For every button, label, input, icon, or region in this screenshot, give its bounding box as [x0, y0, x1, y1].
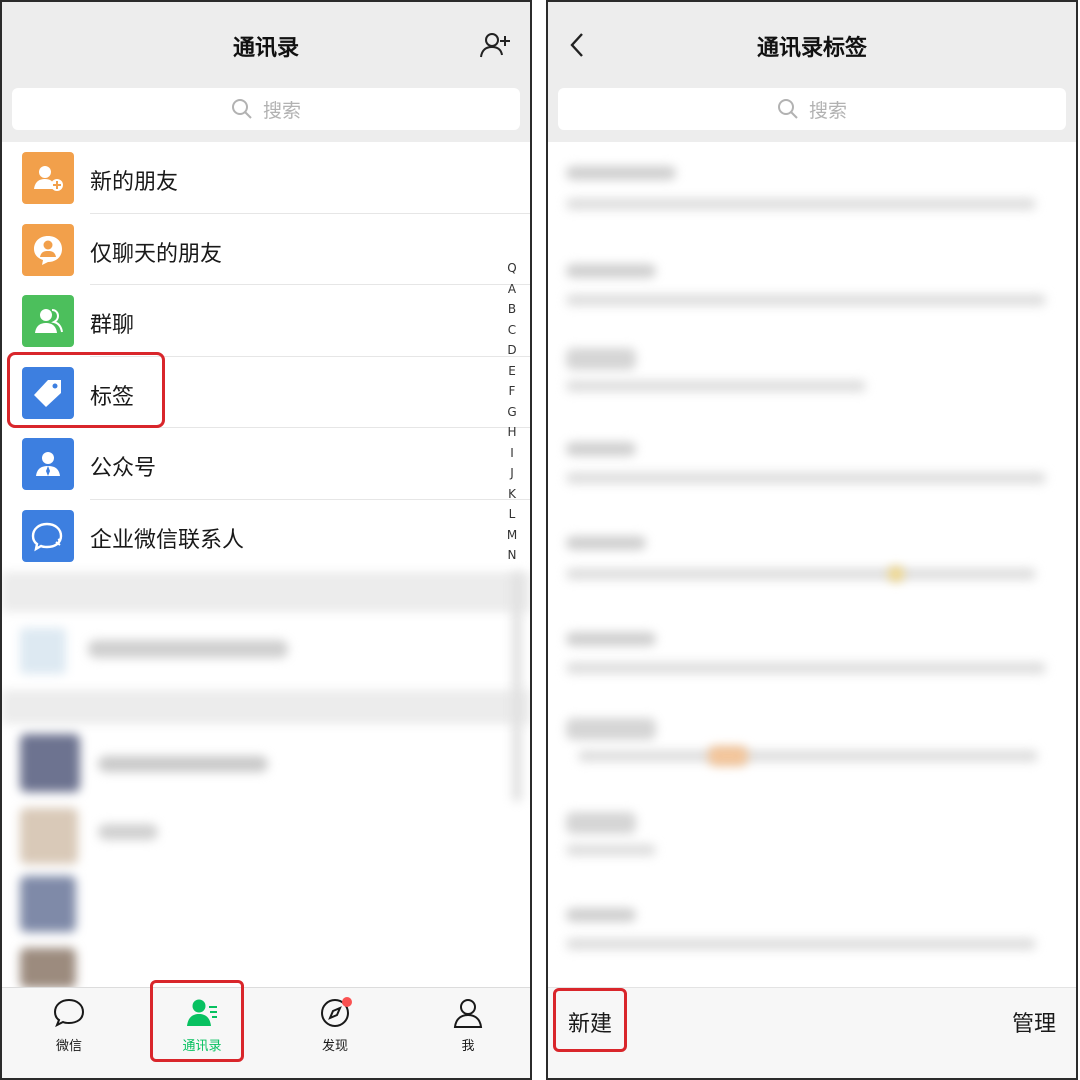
contact-tags-screen: 通讯录标签 搜索 新建 管理 [546, 0, 1078, 1080]
new-friends-icon [22, 152, 74, 204]
tags-bottom-bar: 新建 管理 [548, 987, 1076, 1078]
person-icon [453, 999, 483, 1028]
menu-item-group-chats[interactable]: 群聊 [2, 285, 530, 357]
index-letter[interactable]: G [507, 402, 516, 423]
menu-item-label: 公众号 [90, 456, 157, 481]
index-letter[interactable]: B [508, 299, 516, 320]
avatar [20, 808, 78, 864]
avatar [20, 948, 76, 988]
tab-chats[interactable]: 微信 [24, 996, 114, 1066]
menu-item-label: 仅聊天的朋友 [90, 241, 223, 267]
search-placeholder: 搜索 [262, 99, 301, 122]
search-icon [231, 99, 252, 119]
chat-bubble-icon [53, 998, 85, 1028]
search-input[interactable]: 搜索 [12, 88, 520, 130]
tag-members-blur [566, 380, 866, 392]
menu-item-chat-only-friends[interactable]: 仅聊天的朋友 [2, 214, 530, 285]
tab-label: 发现 [321, 1039, 348, 1054]
tab-me[interactable]: 我 [423, 996, 513, 1066]
search-placeholder: 搜索 [808, 99, 847, 122]
menu-item-wecom-contacts[interactable]: 企业微信联系人 [2, 500, 530, 572]
index-letter[interactable]: E [508, 361, 516, 382]
tag-name-blur [566, 536, 646, 550]
manage-tags-button[interactable]: 管理 [1012, 1006, 1056, 1038]
index-scroll-blur [512, 572, 522, 802]
avatar [20, 876, 76, 932]
menu-item-label: 新的朋友 [90, 170, 179, 195]
add-contact-icon[interactable] [478, 28, 512, 62]
contact-name-blur [98, 824, 158, 840]
index-letter[interactable]: D [507, 340, 516, 361]
wecom-icon [22, 509, 74, 562]
emoji-blur [708, 746, 748, 766]
official-account-icon [22, 438, 74, 490]
index-letter[interactable]: F [509, 381, 516, 402]
chat-only-friends-icon [22, 223, 74, 276]
tag-list-blurred [548, 152, 1076, 992]
notification-dot [342, 997, 352, 1007]
tag-name-blur [566, 908, 636, 922]
index-letter[interactable]: L [509, 504, 516, 525]
alphabet-index[interactable]: Q A B C D E F G H I J K L M N [502, 258, 522, 566]
group-chat-icon [22, 295, 74, 347]
menu-item-label: 企业微信联系人 [90, 527, 245, 553]
search-icon [777, 99, 798, 119]
index-letter[interactable]: C [508, 320, 516, 341]
menu-item-official-accounts[interactable]: 公众号 [2, 428, 530, 500]
tag-members-blur [566, 938, 1036, 950]
highlight-tags-item [7, 352, 165, 428]
section-header [2, 572, 530, 612]
highlight-contacts-tab [150, 980, 244, 1062]
contact-name-blur [88, 640, 288, 658]
highlight-new-button [553, 988, 627, 1052]
tags-header: 通讯录标签 [548, 2, 1076, 86]
menu-item-label: 群聊 [90, 313, 135, 338]
tab-label: 微信 [55, 1039, 82, 1054]
tab-discover[interactable]: 发现 [290, 996, 380, 1066]
contacts-list-blurred [2, 572, 530, 992]
tag-members-blur [566, 568, 1036, 580]
contacts-screen: 通讯录 搜索 新的朋友 仅聊天的朋友 群聊 标签 公众号 企业微信联系人 Q A… [0, 0, 532, 1080]
index-letter[interactable]: H [507, 422, 516, 443]
tag-members-blur [566, 294, 1046, 306]
tag-name-blur [566, 348, 636, 370]
tag-name-blur [566, 812, 636, 834]
section-header [2, 690, 530, 724]
contact-name-blur [98, 756, 268, 772]
tag-name-blur [566, 718, 656, 740]
page-title: 通讯录标签 [756, 36, 867, 61]
tag-name-blur [566, 442, 636, 456]
index-letter[interactable]: M [507, 525, 517, 546]
index-search-letter[interactable]: Q [507, 258, 516, 279]
tag-members-blur [566, 472, 1046, 484]
menu-item-new-friends[interactable]: 新的朋友 [2, 142, 530, 214]
tag-name-blur [566, 264, 656, 278]
index-letter[interactable]: N [508, 545, 517, 566]
emoji-blur [888, 566, 904, 582]
index-letter[interactable]: I [510, 443, 514, 464]
tag-members-blur [566, 844, 656, 856]
tag-members-blur [578, 750, 1038, 762]
index-letter[interactable]: K [508, 484, 516, 505]
avatar [20, 628, 66, 674]
tag-members-blur [566, 198, 1036, 210]
index-letter[interactable]: A [508, 279, 516, 300]
tab-label: 我 [461, 1039, 475, 1054]
contacts-header: 通讯录 [2, 2, 530, 86]
page-title: 通讯录 [232, 36, 299, 61]
tag-name-blur [566, 166, 676, 180]
tab-bar: 微信 通讯录 发现 我 [2, 987, 530, 1078]
avatar [20, 734, 80, 792]
index-letter[interactable]: J [510, 463, 514, 484]
tag-members-blur [566, 662, 1046, 674]
tag-name-blur [566, 632, 656, 646]
search-input[interactable]: 搜索 [558, 88, 1066, 130]
